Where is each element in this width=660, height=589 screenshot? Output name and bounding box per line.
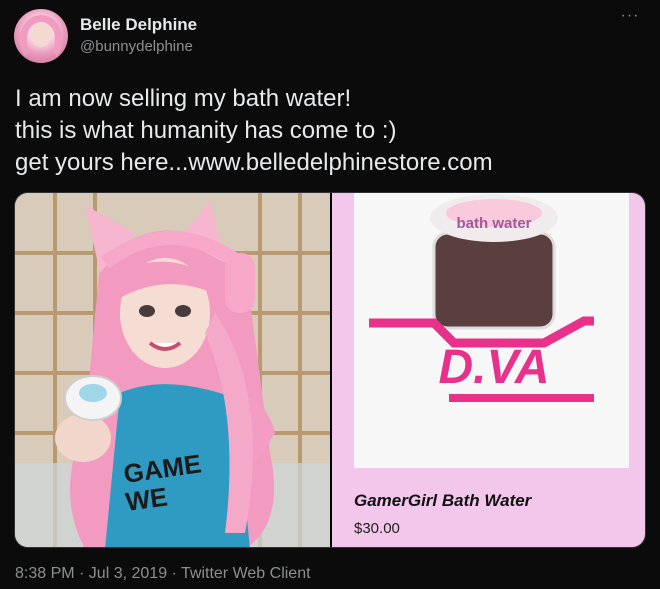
tweet-line-3: get yours here...www.belledelphinestore.… xyxy=(15,149,493,176)
product-price: $30.00 xyxy=(354,520,400,537)
person-holding-jar-image: GAME WE xyxy=(15,193,330,547)
bath-water-jar-image: bath water D.VA xyxy=(354,193,629,468)
tweet-line-1: I am now selling my bath water! xyxy=(15,85,352,112)
tweet-timestamp[interactable]: 8:38 PM · Jul 3, 2019 · Twitter Web Clie… xyxy=(15,565,311,583)
product-image[interactable]: bath water D.VA xyxy=(354,193,629,468)
display-name[interactable]: Belle Delphine xyxy=(80,15,197,35)
dva-logo: D.VA xyxy=(438,341,549,394)
tweet-media[interactable]: GAME WE bath water D.VA GamerGirl Bath W… xyxy=(14,192,646,548)
more-options-icon[interactable]: ··· xyxy=(620,8,640,24)
avatar[interactable] xyxy=(14,9,68,63)
media-photo-left[interactable]: GAME WE xyxy=(15,193,330,547)
user-handle[interactable]: @bunnydelphine xyxy=(80,38,193,55)
product-card[interactable]: bath water D.VA GamerGirl Bath Water $30… xyxy=(332,193,645,547)
tweet-text: I am now selling my bath water! this is … xyxy=(15,83,635,179)
tweet-line-2: this is what humanity has come to :) xyxy=(15,117,397,144)
svg-text:WE: WE xyxy=(124,481,170,517)
avatar-face xyxy=(31,23,51,47)
product-title[interactable]: GamerGirl Bath Water xyxy=(354,491,531,511)
jar-label: bath water xyxy=(456,215,531,232)
